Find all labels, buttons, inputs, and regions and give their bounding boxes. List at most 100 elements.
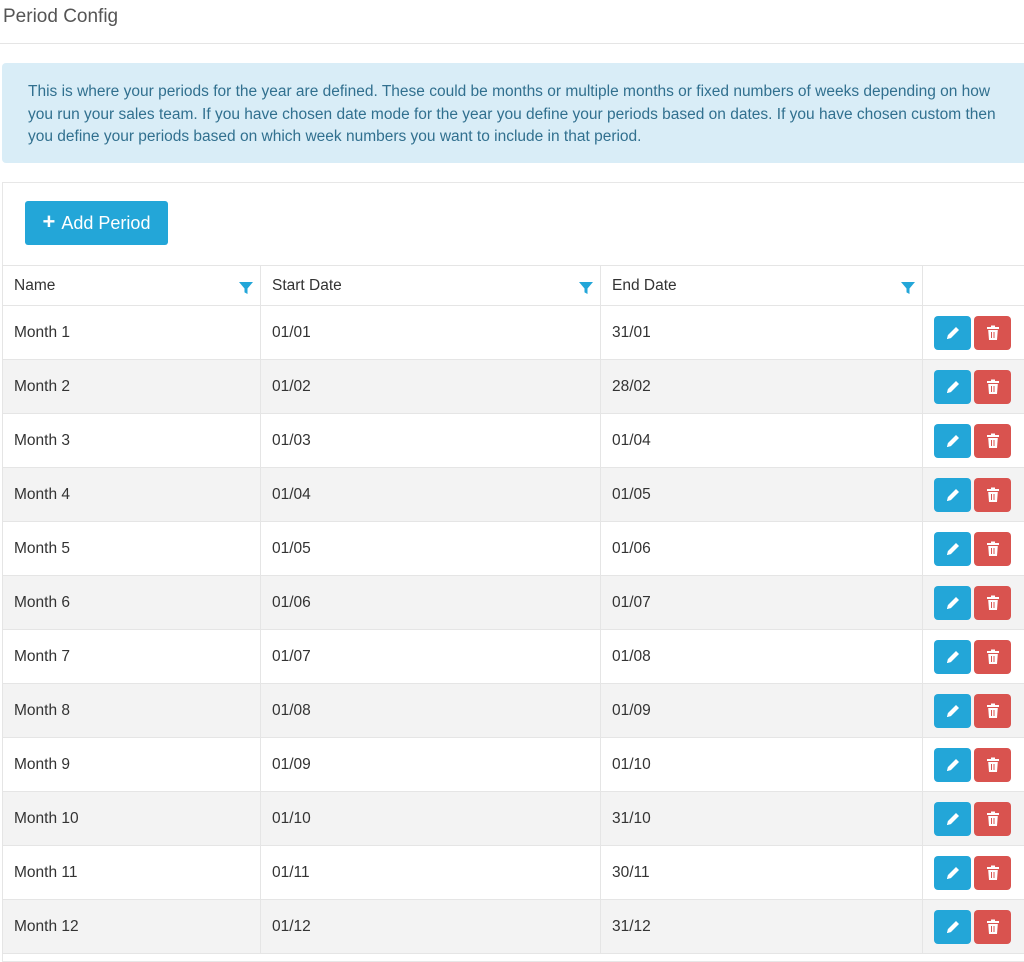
table-row: Month 301/0301/04 (3, 414, 1024, 468)
pencil-icon (944, 378, 962, 396)
delete-button[interactable] (974, 910, 1011, 944)
delete-button[interactable] (974, 856, 1011, 890)
delete-button[interactable] (974, 802, 1011, 836)
pencil-icon (944, 486, 962, 504)
filter-icon[interactable] (238, 280, 254, 296)
period-end-date-cell: 01/10 (601, 738, 923, 792)
delete-button[interactable] (974, 640, 1011, 674)
filter-icon[interactable] (900, 280, 916, 296)
trash-icon (984, 702, 1002, 720)
trash-icon (984, 756, 1002, 774)
row-actions-cell (923, 684, 1024, 738)
row-actions-cell (923, 738, 1024, 792)
delete-button[interactable] (974, 748, 1011, 782)
period-end-date-cell: 30/11 (601, 846, 923, 900)
table-row: Month 701/0701/08 (3, 630, 1024, 684)
info-alert-text: This is where your periods for the year … (28, 83, 996, 145)
table-row: Month 801/0801/09 (3, 684, 1024, 738)
period-end-date-cell: 01/05 (601, 468, 923, 522)
period-name-cell: Month 12 (3, 900, 261, 954)
table-row: Month 1001/1031/10 (3, 792, 1024, 846)
pencil-icon (944, 756, 962, 774)
table-row: Month 1201/1231/12 (3, 900, 1024, 954)
period-end-date-cell: 31/10 (601, 792, 923, 846)
pencil-icon (944, 702, 962, 720)
table-row: Month 101/0131/01 (3, 306, 1024, 360)
period-end-date-cell: 31/12 (601, 900, 923, 954)
row-actions-cell (923, 630, 1024, 684)
table-row: Month 401/0401/05 (3, 468, 1024, 522)
delete-button[interactable] (974, 316, 1011, 350)
row-actions-cell (923, 576, 1024, 630)
period-name-cell: Month 8 (3, 684, 261, 738)
info-alert: This is where your periods for the year … (2, 63, 1024, 163)
trash-icon (984, 378, 1002, 396)
pencil-icon (944, 540, 962, 558)
period-end-date-cell: 28/02 (601, 360, 923, 414)
period-start-date-cell: 01/06 (261, 576, 601, 630)
edit-button[interactable] (934, 478, 971, 512)
period-start-date-cell: 01/12 (261, 900, 601, 954)
period-end-date-cell: 01/09 (601, 684, 923, 738)
delete-button[interactable] (974, 478, 1011, 512)
period-start-date-cell: 01/03 (261, 414, 601, 468)
delete-button[interactable] (974, 532, 1011, 566)
edit-button[interactable] (934, 640, 971, 674)
column-header-start-date[interactable]: Start Date (261, 266, 601, 306)
trash-icon (984, 648, 1002, 666)
edit-button[interactable] (934, 802, 971, 836)
table-row: Month 601/0601/07 (3, 576, 1024, 630)
row-actions-cell (923, 900, 1024, 954)
period-start-date-cell: 01/02 (261, 360, 601, 414)
plus-icon: + (43, 211, 56, 233)
period-name-cell: Month 4 (3, 468, 261, 522)
add-period-label: Add Period (61, 213, 150, 234)
trash-icon (984, 810, 1002, 828)
edit-button[interactable] (934, 910, 971, 944)
period-start-date-cell: 01/07 (261, 630, 601, 684)
period-start-date-cell: 01/08 (261, 684, 601, 738)
row-actions-cell (923, 414, 1024, 468)
table-row: Month 1101/1130/11 (3, 846, 1024, 900)
delete-button[interactable] (974, 694, 1011, 728)
edit-button[interactable] (934, 856, 971, 890)
trash-icon (984, 486, 1002, 504)
title-divider (0, 43, 1024, 44)
edit-button[interactable] (934, 424, 971, 458)
row-actions-cell (923, 306, 1024, 360)
add-period-button[interactable]: + Add Period (25, 201, 168, 245)
edit-button[interactable] (934, 694, 971, 728)
trash-icon (984, 594, 1002, 612)
period-name-cell: Month 11 (3, 846, 261, 900)
edit-button[interactable] (934, 748, 971, 782)
edit-button[interactable] (934, 586, 971, 620)
delete-button[interactable] (974, 370, 1011, 404)
row-actions-cell (923, 468, 1024, 522)
period-name-cell: Month 3 (3, 414, 261, 468)
delete-button[interactable] (974, 424, 1011, 458)
row-actions-cell (923, 360, 1024, 414)
periods-table: Name Start Date End Date Month 101/0131/… (2, 265, 1024, 954)
period-name-cell: Month 7 (3, 630, 261, 684)
column-header-label: End Date (612, 277, 677, 294)
period-start-date-cell: 01/04 (261, 468, 601, 522)
period-name-cell: Month 9 (3, 738, 261, 792)
edit-button[interactable] (934, 370, 971, 404)
pencil-icon (944, 918, 962, 936)
column-header-end-date[interactable]: End Date (601, 266, 923, 306)
column-header-name[interactable]: Name (3, 266, 261, 306)
period-name-cell: Month 2 (3, 360, 261, 414)
edit-button[interactable] (934, 316, 971, 350)
delete-button[interactable] (974, 586, 1011, 620)
trash-icon (984, 864, 1002, 882)
page-title: Period Config (3, 6, 118, 28)
period-end-date-cell: 31/01 (601, 306, 923, 360)
period-end-date-cell: 01/06 (601, 522, 923, 576)
edit-button[interactable] (934, 532, 971, 566)
period-start-date-cell: 01/09 (261, 738, 601, 792)
pencil-icon (944, 594, 962, 612)
period-end-date-cell: 01/07 (601, 576, 923, 630)
filter-icon[interactable] (578, 280, 594, 296)
row-actions-cell (923, 846, 1024, 900)
column-header-label: Start Date (272, 277, 342, 294)
